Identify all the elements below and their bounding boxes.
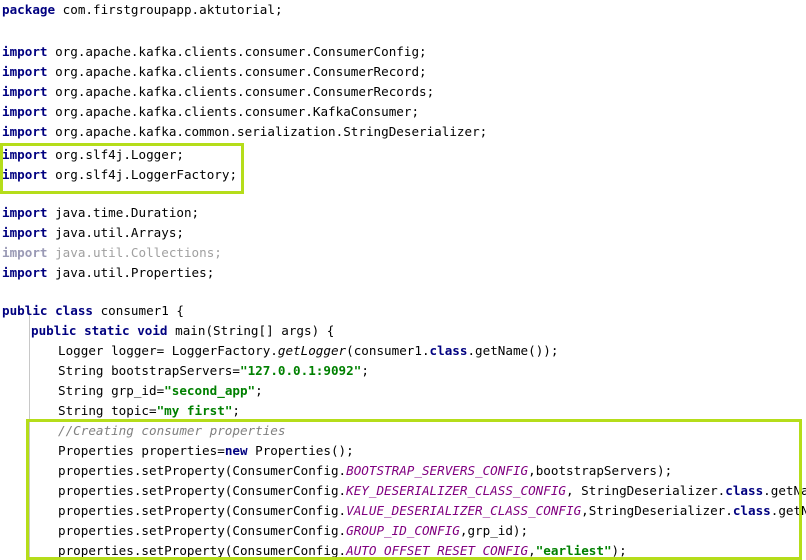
- import-path: java.time.Duration;: [47, 205, 200, 220]
- keyword-public: public: [31, 323, 77, 338]
- import-path: org.slf4j.LoggerFactory;: [47, 167, 238, 182]
- package-name: com.firstgroupapp.aktutorial;: [55, 2, 283, 17]
- code-line-setproperty-0: properties.setProperty(ConsumerConfig.BO…: [56, 461, 672, 481]
- main-signature: main(String[] args) {: [167, 323, 335, 338]
- code-line-topic: String topic="my first";: [56, 401, 240, 421]
- setproperty-prefix: properties.setProperty(ConsumerConfig.: [58, 523, 347, 538]
- import-path: java.util.Arrays;: [47, 225, 184, 240]
- keyword-void: void: [137, 323, 168, 338]
- setproperty-tail: );: [611, 543, 627, 558]
- keyword-import: import: [2, 205, 48, 220]
- grpid-prefix: String grp_id=: [58, 383, 165, 398]
- code-line-bootstrap-servers: String bootstrapServers="127.0.0.1:9092"…: [56, 361, 369, 381]
- setproperty-mid: ,: [528, 543, 536, 558]
- properties-suffix: Properties();: [247, 443, 354, 458]
- setproperty-mid: , StringDeserializer.: [566, 483, 726, 498]
- setproperty-tail: .getName());: [770, 503, 806, 518]
- code-line-import-slf4j-0: import org.slf4j.Logger;: [0, 145, 184, 165]
- import-path: org.apache.kafka.clients.consumer.Consum…: [47, 84, 435, 99]
- setproperty-mid: ,StringDeserializer.: [581, 503, 733, 518]
- import-path: java.util.Properties;: [47, 265, 215, 280]
- import-path: org.apache.kafka.common.serialization.St…: [47, 124, 488, 139]
- constant-group-id-config: GROUP_ID_CONFIG: [346, 523, 460, 538]
- keyword-package: package: [2, 2, 56, 17]
- import-path: org.apache.kafka.clients.consumer.Consum…: [47, 64, 427, 79]
- code-line-setproperty-4: properties.setProperty(ConsumerConfig.AU…: [56, 541, 627, 560]
- code-line-import-2: import org.apache.kafka.clients.consumer…: [0, 82, 434, 102]
- code-line-import-java-2: import java.util.Properties;: [0, 263, 214, 283]
- code-line-setproperty-1: properties.setProperty(ConsumerConfig.KE…: [56, 481, 806, 501]
- string-literal-earliest: "earliest": [535, 543, 612, 558]
- code-line-import-3: import org.apache.kafka.clients.consumer…: [0, 102, 419, 122]
- constant-value-deserializer-class-config: VALUE_DESERIALIZER_CLASS_CONFIG: [346, 503, 582, 518]
- code-line-setproperty-2: properties.setProperty(ConsumerConfig.VA…: [56, 501, 806, 521]
- source-code-area[interactable]: package com.firstgroupapp.aktutorial; im…: [0, 0, 806, 560]
- keyword-import: import: [2, 104, 48, 119]
- keyword-class: class: [725, 483, 764, 498]
- keyword-public: public: [2, 303, 48, 318]
- code-line-comment: //Creating consumer properties: [56, 421, 285, 441]
- import-path: org.apache.kafka.clients.consumer.KafkaC…: [47, 104, 420, 119]
- grpid-suffix: ;: [255, 383, 263, 398]
- constant-key-deserializer-class-config: KEY_DESERIALIZER_CLASS_CONFIG: [346, 483, 567, 498]
- bootstrap-suffix: ;: [361, 363, 369, 378]
- code-line-import-java-1: import java.util.Arrays;: [0, 223, 184, 243]
- keyword-import: import: [2, 124, 48, 139]
- code-editor-view: package com.firstgroupapp.aktutorial; im…: [0, 0, 806, 560]
- keyword-import-unused: import: [2, 245, 48, 260]
- code-line-import-java-0: import java.time.Duration;: [0, 203, 199, 223]
- code-line-class-decl: public class consumer1 {: [0, 301, 184, 321]
- string-literal-topic: "my first": [156, 403, 233, 418]
- setproperty-mid: ,grp_id);: [459, 523, 529, 538]
- code-line-package: package com.firstgroupapp.aktutorial;: [0, 0, 283, 20]
- keyword-import: import: [2, 167, 48, 182]
- properties-prefix: Properties properties=: [58, 443, 225, 458]
- keyword-new: new: [224, 443, 248, 458]
- logger-suffix-a: (consumer1.: [346, 343, 430, 358]
- constant-bootstrap-servers-config: BOOTSTRAP_SERVERS_CONFIG: [346, 463, 529, 478]
- keyword-class: class: [429, 343, 468, 358]
- code-line-main-decl: public static void main(String[] args) {: [29, 321, 334, 341]
- code-line-properties-new: Properties properties=new Properties();: [56, 441, 354, 461]
- string-literal-group-id: "second_app": [164, 383, 256, 398]
- code-line-import-slf4j-1: import org.slf4j.LoggerFactory;: [0, 165, 237, 185]
- logger-prefix: Logger logger= LoggerFactory.: [58, 343, 278, 358]
- logger-suffix-b: .getName());: [467, 343, 559, 358]
- comment-creating-consumer-properties: //Creating consumer properties: [58, 423, 286, 438]
- code-line-import-1: import org.apache.kafka.clients.consumer…: [0, 62, 427, 82]
- keyword-import: import: [2, 44, 48, 59]
- setproperty-prefix: properties.setProperty(ConsumerConfig.: [58, 543, 347, 558]
- keyword-import: import: [2, 225, 48, 240]
- bootstrap-prefix: String bootstrapServers=: [58, 363, 240, 378]
- code-line-setproperty-3: properties.setProperty(ConsumerConfig.GR…: [56, 521, 528, 541]
- topic-prefix: String topic=: [58, 403, 157, 418]
- import-path: org.apache.kafka.clients.consumer.Consum…: [47, 44, 427, 59]
- keyword-import: import: [2, 64, 48, 79]
- keyword-class: class: [55, 303, 94, 318]
- setproperty-tail: .getName());: [763, 483, 806, 498]
- code-line-logger: Logger logger= LoggerFactory.getLogger(c…: [56, 341, 558, 361]
- keyword-class: class: [732, 503, 771, 518]
- keyword-static: static: [84, 323, 130, 338]
- import-path-unused: java.util.Collections;: [47, 245, 222, 260]
- static-method-getlogger: getLogger: [277, 343, 347, 358]
- code-line-import-0: import org.apache.kafka.clients.consumer…: [0, 42, 427, 62]
- keyword-import: import: [2, 84, 48, 99]
- keyword-import: import: [2, 147, 48, 162]
- setproperty-prefix: properties.setProperty(ConsumerConfig.: [58, 463, 347, 478]
- keyword-import: import: [2, 265, 48, 280]
- code-line-import-unused: import java.util.Collections;: [0, 243, 222, 263]
- setproperty-prefix: properties.setProperty(ConsumerConfig.: [58, 483, 347, 498]
- string-literal-bootstrap-servers: "127.0.0.1:9092": [239, 363, 362, 378]
- constant-auto-offset-reset-config: AUTO_OFFSET_RESET_CONFIG: [346, 543, 529, 558]
- topic-suffix: ;: [232, 403, 240, 418]
- code-line-group-id: String grp_id="second_app";: [56, 381, 263, 401]
- class-name: consumer1 {: [93, 303, 185, 318]
- import-path: org.slf4j.Logger;: [47, 147, 184, 162]
- setproperty-prefix: properties.setProperty(ConsumerConfig.: [58, 503, 347, 518]
- code-line-import-4: import org.apache.kafka.common.serializa…: [0, 122, 487, 142]
- setproperty-mid: ,bootstrapServers);: [528, 463, 673, 478]
